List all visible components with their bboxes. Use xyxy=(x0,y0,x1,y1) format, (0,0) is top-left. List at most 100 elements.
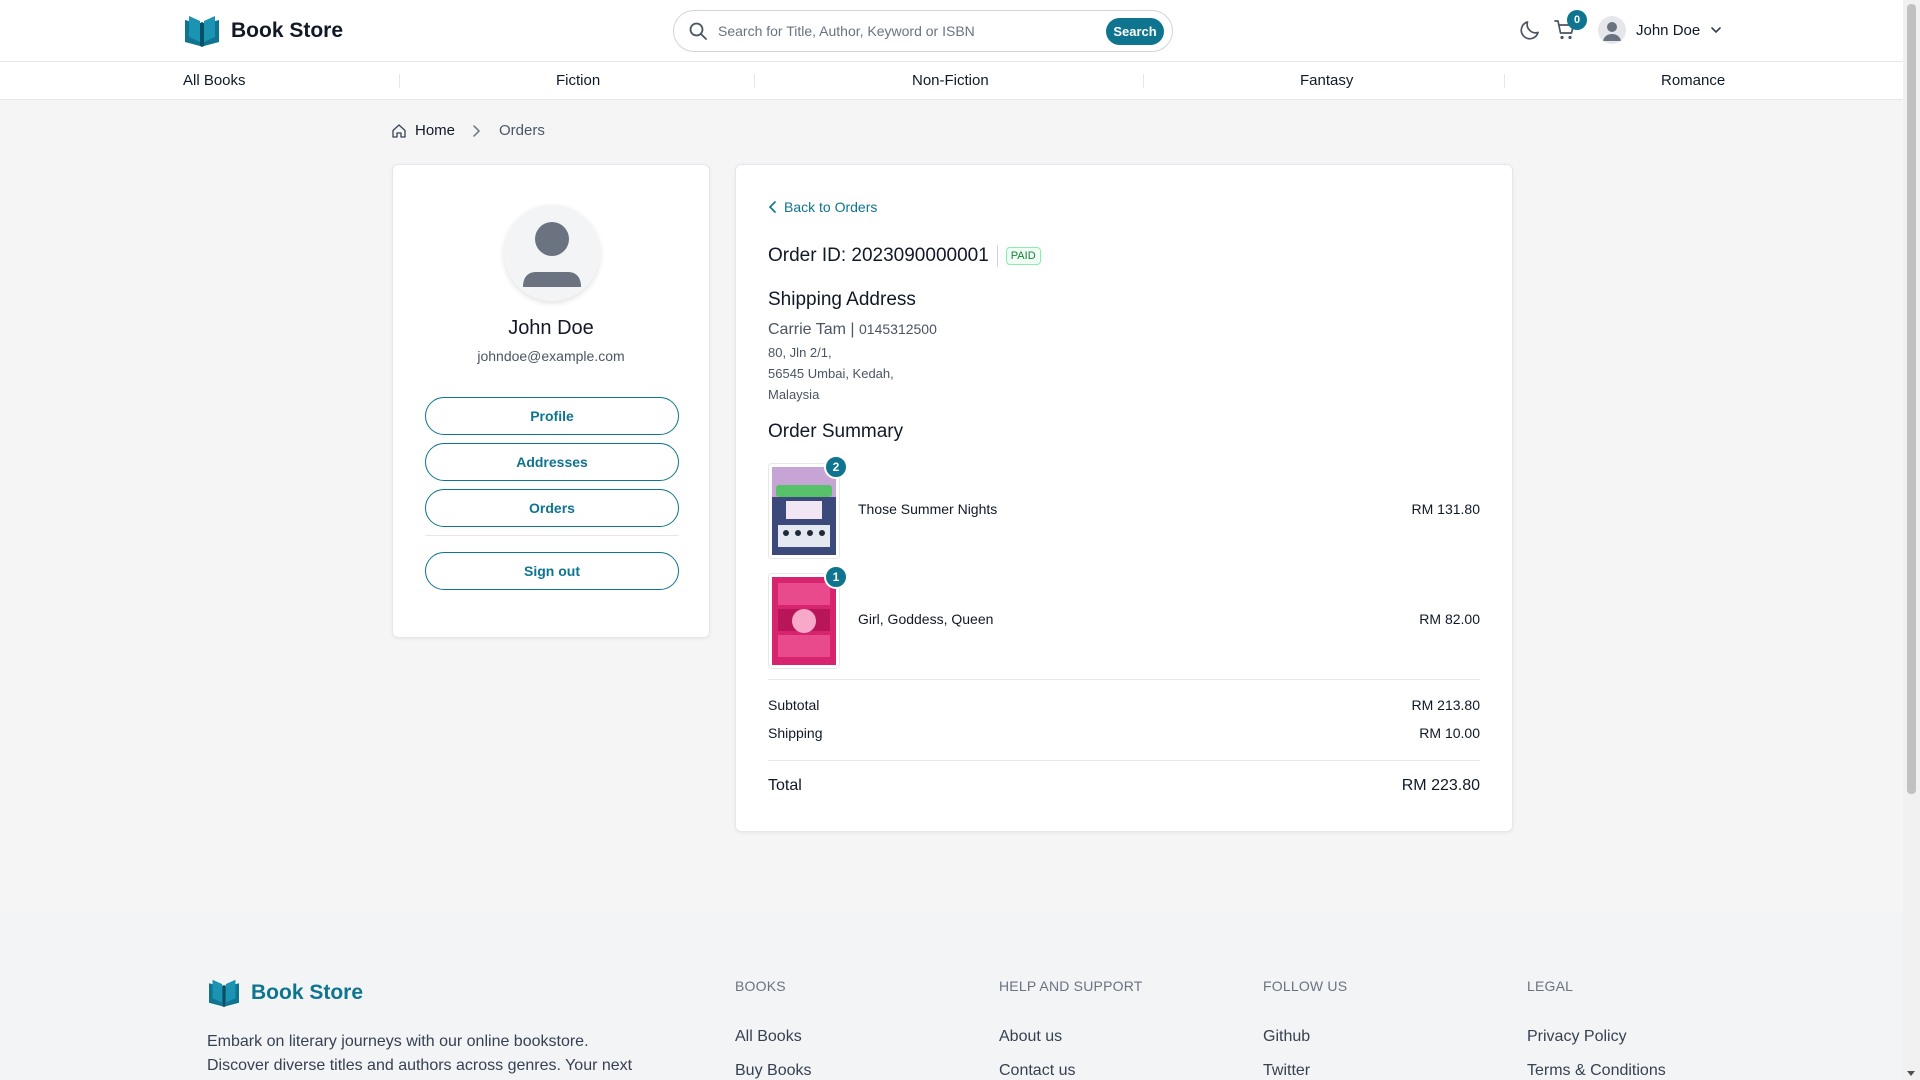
order-id-row: Order ID: 2023090000001 PAID xyxy=(768,245,1041,267)
category-romance[interactable]: Romance xyxy=(1661,72,1725,89)
footer-link[interactable]: Twitter xyxy=(1263,1062,1347,1080)
scroll-down-arrow-icon[interactable] xyxy=(1907,1071,1915,1076)
profile-name: John Doe xyxy=(508,317,594,339)
top-header: Book Store Search 0 xyxy=(0,0,1903,62)
subtotal-label: Subtotal xyxy=(768,697,820,713)
search-input[interactable] xyxy=(718,23,1106,39)
subtotal-value: RM 213.80 xyxy=(1411,697,1480,713)
address-line: 80, Jln 2/1, xyxy=(768,345,832,360)
footer-heading: FOLLOW US xyxy=(1263,978,1348,994)
footer-column-follow: FOLLOW US Github Twitter xyxy=(1263,978,1347,1080)
quantity-badge: 2 xyxy=(824,455,848,479)
status-badge: PAID xyxy=(1005,247,1041,265)
summary-divider xyxy=(768,679,1480,680)
profile-email: johndoe@example.com xyxy=(477,348,625,364)
footer-heading: HELP AND SUPPORT xyxy=(999,978,1143,994)
footer-link[interactable]: All Books xyxy=(735,1028,811,1046)
category-nav: All Books Fiction Non-Fiction Fantasy Ro… xyxy=(0,62,1903,100)
item-title: Those Summer Nights xyxy=(858,501,998,517)
breadcrumb: Home Orders xyxy=(391,122,545,139)
chevron-right-icon xyxy=(473,124,481,137)
orders-button[interactable]: Orders xyxy=(425,489,679,527)
footer-brand-name: Book Store xyxy=(251,981,364,1004)
footer-link[interactable]: Buy Books xyxy=(735,1062,811,1080)
user-menu[interactable]: John Doe xyxy=(1598,16,1722,44)
user-icon xyxy=(523,222,581,287)
footer-link[interactable]: Terms & Conditions xyxy=(1527,1062,1666,1080)
total-row: Total RM 223.80 xyxy=(768,777,1480,795)
shipping-label: Shipping xyxy=(768,725,823,741)
address-line: Malaysia xyxy=(768,387,820,402)
category-fantasy[interactable]: Fantasy xyxy=(1300,72,1353,89)
book-cover-image xyxy=(772,577,836,665)
recipient-name: Carrie Tam xyxy=(768,321,846,338)
footer-link[interactable]: About us xyxy=(999,1028,1143,1046)
breadcrumb-current: Orders xyxy=(499,122,545,139)
footer-column-help: HELP AND SUPPORT About us Contact us xyxy=(999,978,1143,1080)
recipient-line: Carrie Tam | 0145312500 xyxy=(768,321,937,339)
total-label: Total xyxy=(768,777,802,794)
user-name: John Doe xyxy=(1636,21,1701,39)
sign-out-button[interactable]: Sign out xyxy=(425,552,679,590)
footer-heading: BOOKS xyxy=(735,978,786,994)
vertical-scrollbar[interactable] xyxy=(1903,0,1920,1080)
order-summary-heading: Order Summary xyxy=(768,421,904,442)
footer-link[interactable]: Privacy Policy xyxy=(1527,1028,1666,1046)
breadcrumb-home[interactable]: Home xyxy=(391,122,455,139)
search-icon xyxy=(689,22,707,40)
item-price: RM 131.80 xyxy=(1411,501,1480,517)
profile-button[interactable]: Profile xyxy=(425,397,679,435)
account-sidebar: John Doe johndoe@example.com Profile Add… xyxy=(392,164,710,638)
category-divider xyxy=(399,74,400,88)
footer-heading: LEGAL xyxy=(1527,978,1574,994)
site-footer: Book Store Embark on literary journeys w… xyxy=(0,912,1903,1080)
category-non-fiction[interactable]: Non-Fiction xyxy=(912,72,989,89)
shipping-row: Shipping RM 10.00 xyxy=(768,725,1480,741)
brand-logo[interactable]: Book Store xyxy=(183,14,343,48)
footer-link[interactable]: Github xyxy=(1263,1028,1347,1046)
total-divider xyxy=(768,760,1480,761)
back-to-orders-label: Back to Orders xyxy=(784,199,878,215)
order-id: Order ID: 2023090000001 xyxy=(768,245,998,267)
dark-mode-toggle-icon[interactable] xyxy=(1518,18,1542,42)
category-divider xyxy=(754,74,755,88)
shipping-value: RM 10.00 xyxy=(1419,725,1480,741)
brand-name: Book Store xyxy=(231,19,344,42)
profile-avatar xyxy=(504,205,600,301)
home-icon xyxy=(392,123,406,138)
book-logo-icon xyxy=(209,979,239,1008)
footer-tagline: Embark on literary journeys with our onl… xyxy=(207,1033,633,1074)
user-icon xyxy=(1603,22,1621,41)
category-all-books[interactable]: All Books xyxy=(183,72,246,89)
footer-brand-logo[interactable]: Book Store xyxy=(207,978,363,1008)
page: Book Store Search 0 xyxy=(0,0,1903,1080)
recipient-phone: 0145312500 xyxy=(859,321,937,337)
scrollbar-thumb[interactable] xyxy=(1907,4,1916,794)
chevron-down-icon xyxy=(1711,27,1722,34)
footer-link[interactable]: Contact us xyxy=(999,1062,1143,1080)
sidebar-divider xyxy=(425,535,679,536)
category-fiction[interactable]: Fiction xyxy=(556,72,600,89)
chevron-left-icon xyxy=(768,201,776,213)
order-line-item: 2 Those Summer Nights RM 131.80 xyxy=(768,455,1480,559)
category-divider xyxy=(1143,74,1144,88)
category-divider xyxy=(1504,74,1505,88)
subtotal-row: Subtotal RM 213.80 xyxy=(768,697,1480,713)
footer-column-legal: LEGAL Privacy Policy Terms & Conditions xyxy=(1527,978,1666,1080)
quantity-badge: 1 xyxy=(824,565,848,589)
order-detail-card: Back to Orders Order ID: 2023090000001 P… xyxy=(735,164,1513,832)
avatar xyxy=(1598,16,1626,44)
footer-column-books: BOOKS All Books Buy Books xyxy=(735,978,811,1080)
addresses-button[interactable]: Addresses xyxy=(425,443,679,481)
cart-count-badge: 0 xyxy=(1567,10,1587,30)
total-value: RM 223.80 xyxy=(1401,777,1480,794)
book-logo-icon xyxy=(185,16,219,47)
back-to-orders-link[interactable]: Back to Orders xyxy=(768,199,877,215)
item-title: Girl, Goddess, Queen xyxy=(858,611,994,627)
shipping-address-heading: Shipping Address xyxy=(768,289,916,310)
book-cover-image xyxy=(772,467,836,555)
address-line: 56545 Umbai, Kedah, xyxy=(768,366,894,381)
search-bar: Search xyxy=(673,10,1173,52)
search-button[interactable]: Search xyxy=(1106,17,1164,45)
breadcrumb-home-label: Home xyxy=(415,122,456,139)
